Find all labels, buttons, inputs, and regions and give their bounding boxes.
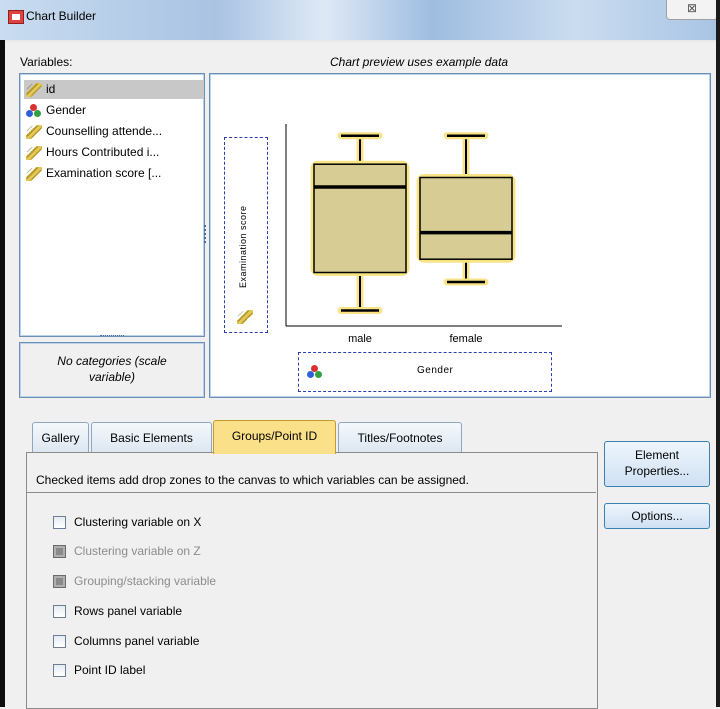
scale-ruler-icon: [237, 310, 253, 324]
groups-description: Checked items add drop zones to the canv…: [36, 473, 469, 487]
window-frame-top: [5, 40, 716, 42]
x-axis-dropzone-label: Gender: [417, 365, 454, 376]
window-frame-left: [0, 40, 5, 707]
variable-counselling[interactable]: Counselling attende...: [26, 122, 162, 141]
scale-ruler-icon: [26, 82, 42, 97]
categories-note: No categories (scale variable): [57, 354, 167, 384]
x-tick-label-male: male: [348, 333, 372, 345]
variable-label: Gender: [46, 103, 87, 117]
button-label-line2: Properties...: [624, 464, 690, 478]
variable-label: Counselling attende...: [46, 124, 163, 138]
element-properties-button[interactable]: Element Properties...: [604, 441, 710, 487]
option-label: Clustering variable on Z: [74, 544, 201, 558]
option-label: Grouping/stacking variable: [74, 574, 217, 588]
variable-exam-score[interactable]: Examination score [...: [26, 164, 161, 183]
tab-groups-point-id[interactable]: Groups/Point ID: [213, 420, 336, 454]
tab-titles-footnotes[interactable]: Titles/Footnotes: [338, 422, 462, 453]
option-label: Point ID label: [74, 663, 146, 677]
variables-list[interactable]: id Gender Counselling attende... Hours C…: [19, 73, 205, 337]
splitter-handle[interactable]: [100, 335, 124, 339]
variable-label: Examination score [...: [46, 166, 162, 180]
window-frame-right: [716, 0, 720, 707]
chart-canvas[interactable]: Examination score male female Gender: [209, 73, 711, 398]
box-male-box: [313, 163, 407, 274]
option-label: Clustering variable on X: [74, 515, 202, 529]
point-id-checkbox[interactable]: Point ID label: [53, 662, 145, 678]
categories-panel: No categories (scale variable): [19, 342, 205, 398]
rows-panel-checkbox[interactable]: Rows panel variable: [53, 603, 182, 619]
variables-label: Variables:: [20, 55, 73, 69]
scale-ruler-icon: [26, 145, 42, 160]
window-title: Chart Builder: [26, 9, 97, 23]
box-female-box: [419, 176, 513, 260]
tab-gallery[interactable]: Gallery: [32, 422, 89, 453]
checkbox-box[interactable]: [53, 515, 66, 529]
checkbox-box: [53, 574, 66, 588]
options-button[interactable]: Options...: [604, 503, 710, 529]
columns-panel-checkbox[interactable]: Columns panel variable: [53, 633, 199, 649]
checkbox-box: [53, 544, 66, 558]
close-button[interactable]: ⊠: [666, 0, 718, 20]
app-icon: [8, 10, 24, 24]
y-axis-dropzone[interactable]: Examination score: [224, 137, 268, 333]
scale-ruler-icon: [26, 124, 42, 139]
grouping-stacking-checkbox: Grouping/stacking variable: [53, 573, 216, 589]
x-tick-label-female: female: [449, 333, 482, 345]
button-label-line1: Element: [634, 448, 680, 462]
checkbox-box[interactable]: [53, 604, 66, 618]
nominal-balls-icon: [26, 103, 42, 118]
panel-divider: [26, 492, 596, 493]
tab-basic-elements[interactable]: Basic Elements: [91, 422, 212, 453]
checkbox-box[interactable]: [53, 663, 66, 677]
variable-id[interactable]: id: [24, 80, 204, 99]
x-axis-dropzone[interactable]: Gender: [298, 352, 552, 392]
preview-note: Chart preview uses example data: [330, 55, 509, 69]
y-axis-dropzone-label: Examination score: [238, 205, 248, 288]
option-label: Rows panel variable: [74, 604, 183, 618]
variable-label: id: [46, 82, 56, 96]
option-label: Columns panel variable: [74, 634, 200, 648]
checkbox-box[interactable]: [53, 634, 66, 648]
scale-ruler-icon: [26, 166, 42, 181]
clustering-z-checkbox: Clustering variable on Z: [53, 543, 201, 559]
variable-hours[interactable]: Hours Contributed i...: [26, 143, 159, 162]
clustering-x-checkbox[interactable]: Clustering variable on X: [53, 514, 201, 530]
variable-label: Hours Contributed i...: [46, 145, 160, 159]
title-bar: [0, 0, 720, 40]
boxplot-chart: male female: [285, 124, 562, 345]
variable-gender[interactable]: Gender: [26, 101, 86, 120]
nominal-balls-icon: [307, 365, 323, 379]
